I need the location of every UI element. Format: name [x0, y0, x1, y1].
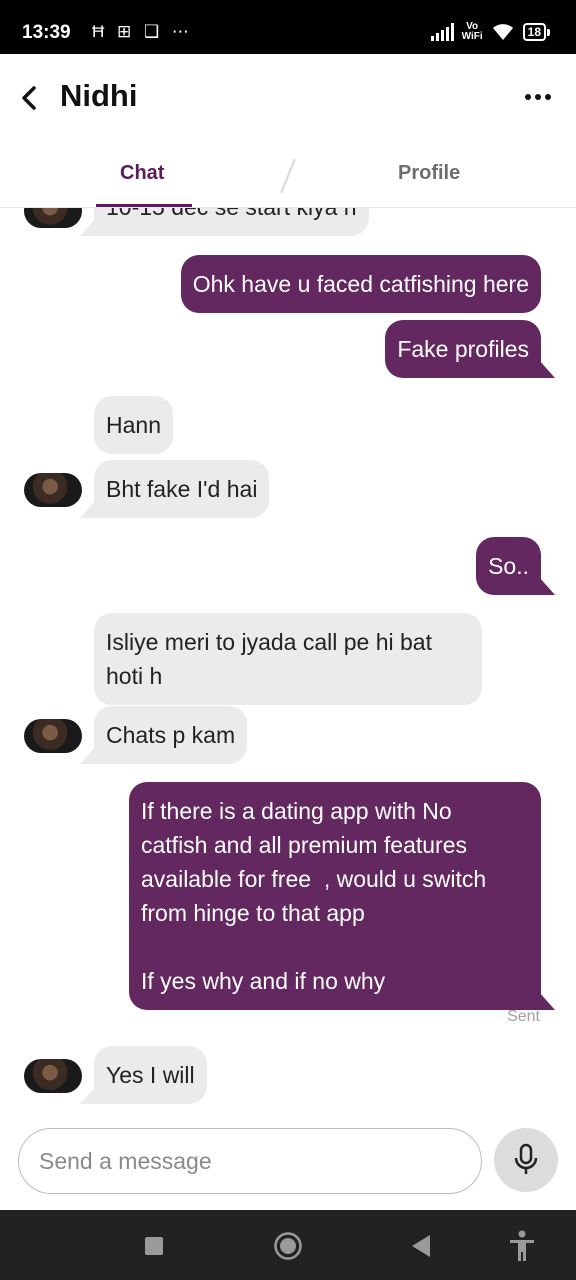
message-outgoing: Ohk have u faced catfishing here	[180, 255, 541, 313]
back-triangle-icon	[412, 1235, 430, 1257]
status-bar: 13:39 Ħ ⊞ ❑ ⋯ Vo WiFi 18	[0, 0, 576, 54]
back-button[interactable]	[14, 78, 46, 118]
vowifi-label: Vo WiFi	[461, 21, 483, 42]
home-button[interactable]	[270, 1228, 306, 1264]
message-incoming: Bht fake I'd hai	[94, 460, 270, 518]
message-outgoing: So..	[476, 537, 541, 595]
message-outgoing: Fake profiles	[385, 320, 541, 378]
tab-chat[interactable]: Chat	[120, 162, 164, 185]
more-horizontal-icon	[525, 94, 531, 100]
message-incoming: Isliye meri to jyada call pe hi bat hoti…	[94, 613, 482, 705]
status-time: 13:39	[22, 22, 71, 43]
contact-name: Nidhi	[60, 78, 138, 113]
system-nav-bar	[0, 1210, 576, 1280]
contact-avatar[interactable]	[24, 208, 82, 228]
battery-icon: 18	[522, 23, 550, 41]
contact-avatar[interactable]	[24, 1059, 82, 1093]
message-incoming: Hann	[94, 396, 173, 454]
contact-avatar[interactable]	[24, 473, 82, 507]
status-right-icons: Vo WiFi 18	[430, 19, 550, 45]
sent-status: Sent	[507, 1008, 540, 1025]
wifi-icon	[492, 24, 513, 40]
message-input[interactable]	[18, 1128, 482, 1194]
message-incoming: Chats p kam	[94, 706, 248, 764]
accessibility-icon	[510, 1230, 534, 1261]
message-outgoing: If there is a dating app with No catfish…	[129, 782, 541, 1010]
recent-apps-icon	[145, 1237, 163, 1255]
home-icon	[274, 1232, 302, 1260]
voice-message-button[interactable]	[494, 1128, 558, 1192]
accessibility-button[interactable]	[504, 1228, 540, 1264]
chat-header: Nidhi	[0, 54, 576, 142]
active-tab-indicator	[96, 204, 192, 207]
contact-avatar[interactable]	[24, 719, 82, 753]
message-incoming: Yes I will	[94, 1046, 207, 1104]
message-incoming: 10-15 dec se start kiya h	[94, 208, 369, 236]
status-notification-icons: Ħ ⊞ ❑ ⋯	[92, 22, 193, 41]
more-options-button[interactable]	[518, 82, 558, 112]
tab-divider	[280, 158, 296, 194]
message-list[interactable]: 10-15 dec se start kiya h Ohk have u fac…	[0, 208, 576, 1210]
back-nav-button[interactable]	[402, 1228, 438, 1264]
chevron-left-icon	[22, 86, 36, 110]
composer	[0, 1110, 576, 1210]
tab-profile[interactable]: Profile	[398, 162, 460, 185]
recent-apps-button[interactable]	[136, 1228, 172, 1264]
tab-bar: Chat Profile	[0, 142, 576, 208]
microphone-icon	[514, 1143, 538, 1174]
signal-icon	[430, 23, 454, 41]
battery-level: 18	[522, 23, 546, 41]
